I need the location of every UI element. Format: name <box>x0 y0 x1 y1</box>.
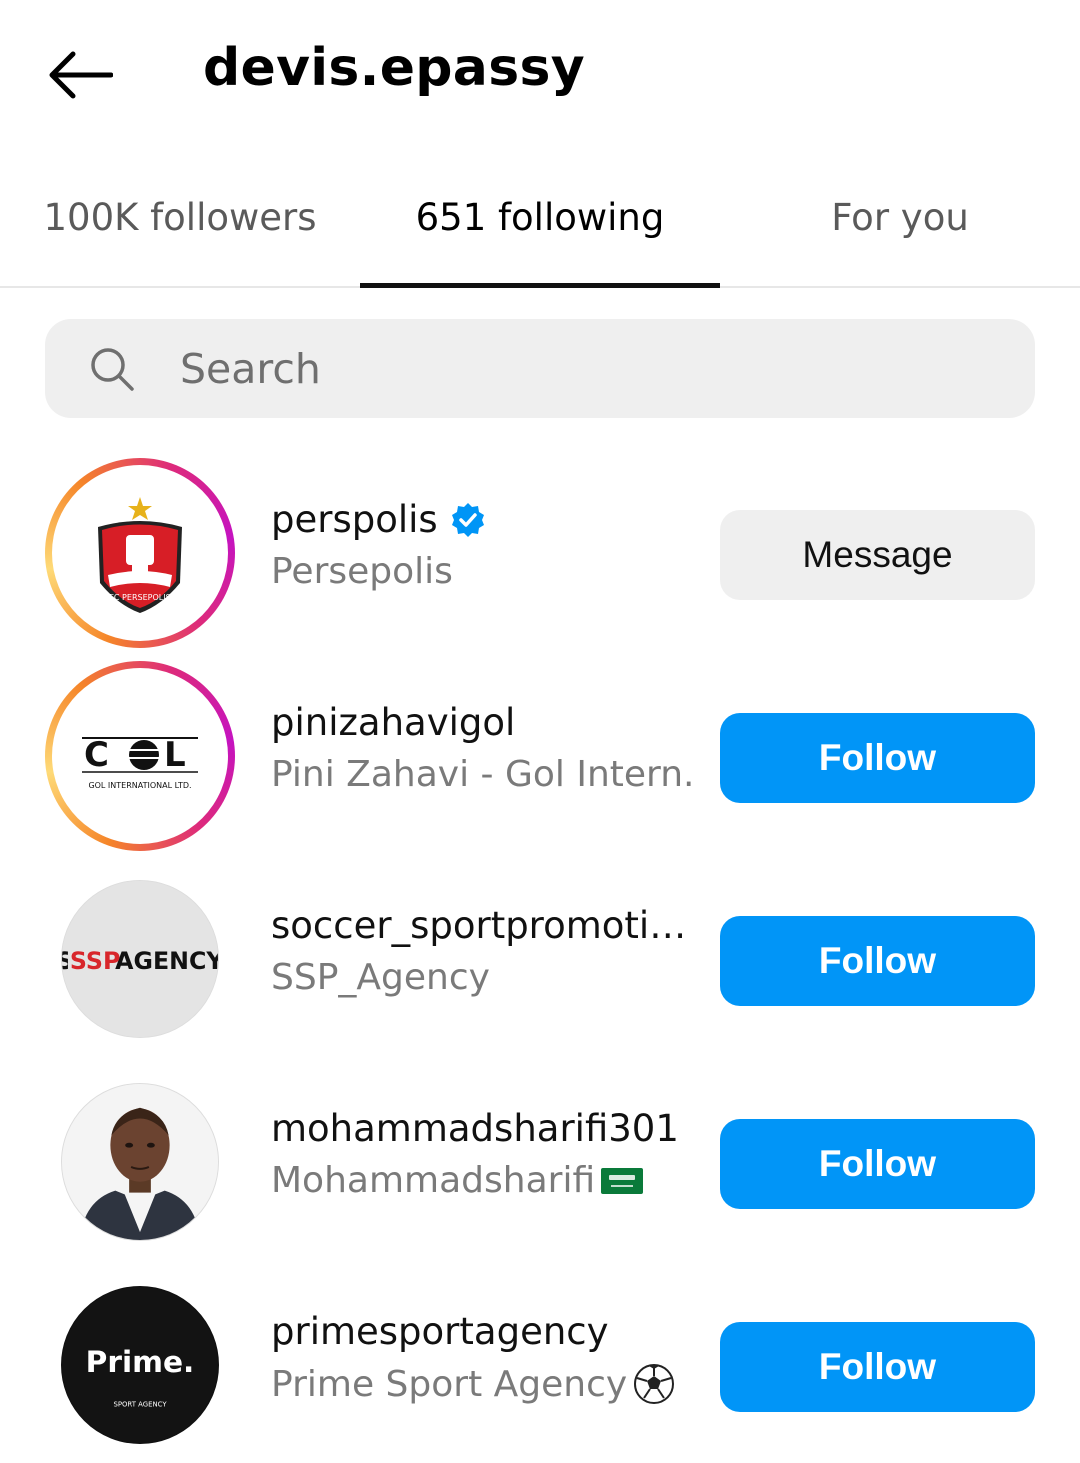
user-info: mohammadsharifi301 Mohammadsharifi <box>271 1107 691 1201</box>
tab-for-you[interactable]: For you <box>720 170 1080 286</box>
verified-badge-icon <box>451 502 484 537</box>
full-name: SSP_Agency <box>271 957 490 998</box>
follow-button[interactable]: Follow <box>720 713 1035 803</box>
avatar-container[interactable] <box>45 1067 235 1257</box>
person-photo <box>62 1084 218 1240</box>
soccer-ball-icon <box>634 1364 675 1404</box>
svg-text:GOL INTERNATIONAL LTD.: GOL INTERNATIONAL LTD. <box>88 781 191 790</box>
user-info: primesportagency Prime Sport Agency <box>271 1310 691 1405</box>
svg-text:FC PERSEPOLIS: FC PERSEPOLIS <box>109 593 170 602</box>
full-name: Persepolis <box>271 551 453 592</box>
username[interactable]: soccer_sportpromotio... <box>271 904 691 947</box>
full-name-text: Prime Sport Agency <box>271 1363 628 1405</box>
search-icon <box>91 348 134 391</box>
ssp-agency-logo: SSP AGENCY SSP <box>62 881 218 1037</box>
username[interactable]: perspolis <box>271 498 691 541</box>
username[interactable]: pinizahavigol <box>271 701 691 744</box>
gol-international-logo: C L GOL INTERNATIONAL LTD. <box>62 678 218 834</box>
follow-button[interactable]: Follow <box>720 1322 1035 1412</box>
avatar: SSP AGENCY SSP <box>61 880 219 1038</box>
user-info: perspolis Persepolis <box>271 498 691 592</box>
tab-followers[interactable]: 100K followers <box>0 170 360 286</box>
username-text: soccer_sportpromotio... <box>271 904 691 947</box>
user-info: soccer_sportpromotio... SSP_Agency <box>271 904 691 998</box>
top-bar: devis.epassy <box>0 0 1080 150</box>
username[interactable]: primesportagency <box>271 1310 691 1353</box>
list-item[interactable]: FC PERSEPOLIS perspolis Persepolis Messa… <box>0 458 1080 658</box>
full-name: Pini Zahavi - Gol Intern... <box>271 754 691 795</box>
username[interactable]: mohammadsharifi301 <box>271 1107 691 1150</box>
follow-button[interactable]: Follow <box>720 916 1035 1006</box>
svg-text:C: C <box>84 735 109 775</box>
message-button[interactable]: Message <box>720 510 1035 600</box>
page-title: devis.epassy <box>203 38 585 98</box>
full-name: Prime Sport Agency <box>271 1363 691 1405</box>
persepolis-logo: FC PERSEPOLIS <box>62 475 218 631</box>
arrow-left-icon <box>49 51 113 99</box>
avatar-container[interactable]: Prime. SPORT AGENCY <box>45 1270 235 1460</box>
username-text: pinizahavigol <box>271 701 516 744</box>
full-name-text: Mohammadsharifi <box>271 1160 596 1201</box>
list-item[interactable]: Prime. SPORT AGENCY primesportagency Pri… <box>0 1270 1080 1463</box>
story-ring[interactable]: FC PERSEPOLIS <box>45 458 235 648</box>
tab-bar: 100K followers 651 following For you <box>0 170 1080 288</box>
list-item[interactable]: C L GOL INTERNATIONAL LTD. pinizahavigol… <box>0 661 1080 861</box>
full-name: Mohammadsharifi <box>271 1160 691 1201</box>
avatar: FC PERSEPOLIS <box>62 475 218 631</box>
svg-text:Prime.: Prime. <box>86 1345 195 1379</box>
svg-text:L: L <box>164 735 186 775</box>
saudi-flag-icon <box>601 1167 644 1194</box>
search-input[interactable] <box>180 320 980 417</box>
username-text: perspolis <box>271 498 438 541</box>
avatar <box>61 1083 219 1241</box>
back-button[interactable] <box>40 40 120 110</box>
avatar: Prime. SPORT AGENCY <box>61 1286 219 1444</box>
avatar: C L GOL INTERNATIONAL LTD. <box>62 678 218 834</box>
username-text: mohammadsharifi301 <box>271 1107 679 1150</box>
list-item[interactable]: mohammadsharifi301 Mohammadsharifi Follo… <box>0 1067 1080 1267</box>
follow-button[interactable]: Follow <box>720 1119 1035 1209</box>
list-item[interactable]: SSP AGENCY SSP soccer_sportpromotio... S… <box>0 864 1080 1064</box>
svg-text:SSP: SSP <box>70 947 120 975</box>
story-ring[interactable]: C L GOL INTERNATIONAL LTD. <box>45 661 235 851</box>
tab-following[interactable]: 651 following <box>360 170 720 288</box>
username-text: primesportagency <box>271 1310 609 1353</box>
avatar-container[interactable]: SSP AGENCY SSP <box>45 864 235 1054</box>
svg-text:SPORT AGENCY: SPORT AGENCY <box>113 1400 167 1408</box>
user-info: pinizahavigol Pini Zahavi - Gol Intern..… <box>271 701 691 795</box>
prime-logo: Prime. SPORT AGENCY <box>62 1287 218 1443</box>
